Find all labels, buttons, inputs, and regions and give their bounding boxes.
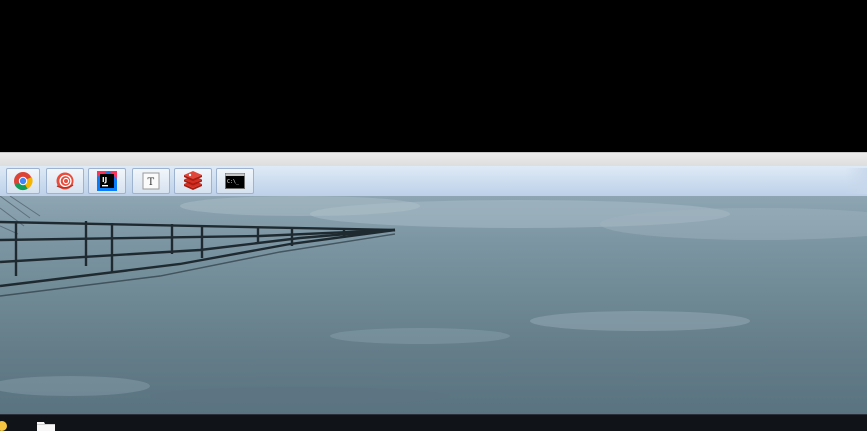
window-titlebar[interactable]: [0, 152, 867, 167]
snail-launch-button[interactable]: [46, 168, 84, 194]
terminal-icon-text: C:\_: [227, 179, 240, 185]
terminal-launch-button[interactable]: C:\_: [216, 168, 254, 194]
text-editor-launch-button[interactable]: T: [132, 168, 170, 194]
redis-icon: [184, 171, 202, 190]
intellij-icon-text: IJ: [102, 176, 107, 184]
intellij-icon: IJ: [97, 171, 117, 191]
text-editor-icon: T: [142, 172, 160, 190]
desktop-wallpaper: [0, 196, 867, 414]
terminal-icon: C:\_: [225, 173, 245, 189]
intellij-launch-button[interactable]: IJ: [88, 168, 126, 194]
file-explorer-icon[interactable]: [36, 419, 56, 431]
start-icon[interactable]: [0, 419, 8, 431]
text-editor-icon-text: T: [148, 177, 155, 188]
launcher-edge-highlight: [845, 168, 867, 194]
chrome-icon: [14, 172, 33, 191]
snail-icon: [56, 172, 74, 190]
quick-launch-bar: IJ T C:\_: [0, 166, 867, 197]
chrome-launch-button[interactable]: [6, 168, 40, 194]
redis-launch-button[interactable]: [174, 168, 212, 194]
windows-taskbar: [0, 414, 867, 431]
black-area: [0, 0, 867, 152]
lake-pier-wallpaper: [0, 196, 867, 405]
